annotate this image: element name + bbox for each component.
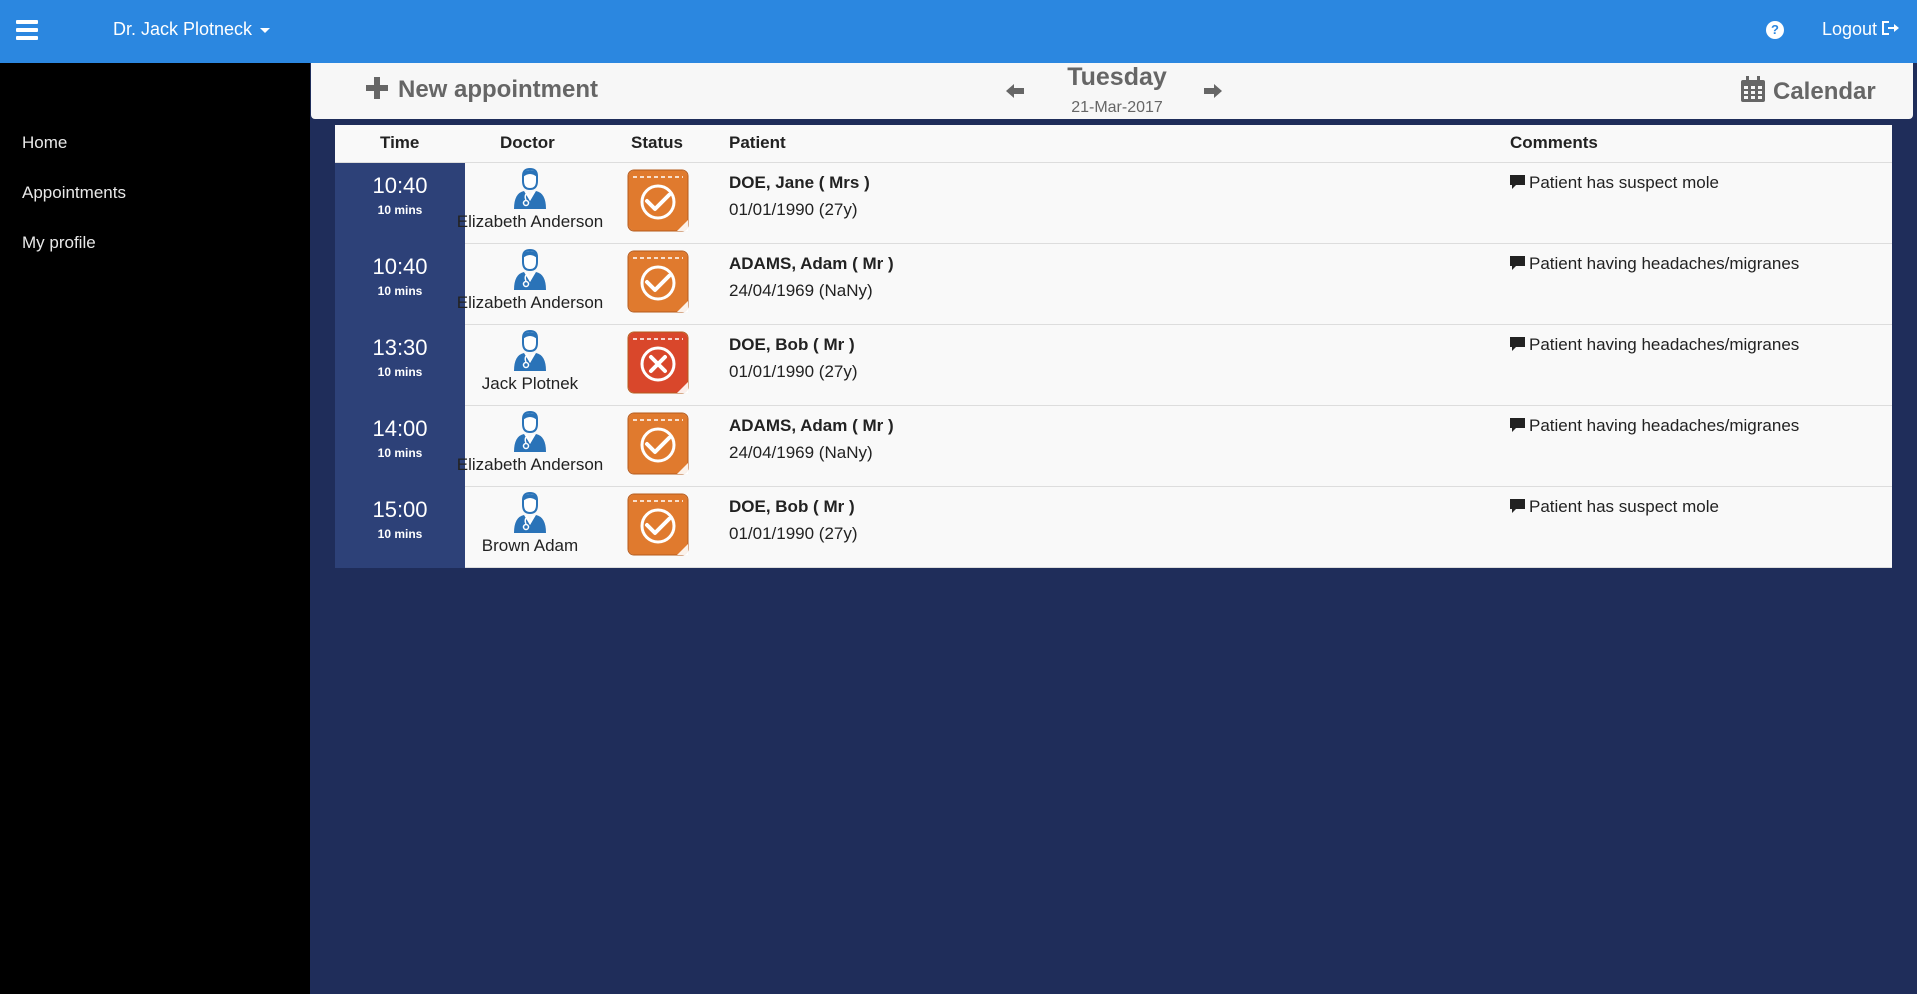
comment-icon: [1510, 256, 1525, 270]
comment-icon: [1510, 418, 1525, 432]
sidebar: Home Appointments My profile: [0, 63, 310, 994]
logout-label: Logout: [1822, 19, 1878, 39]
comment-text: Patient has suspect mole: [1529, 497, 1719, 516]
patient-dob: 24/04/1969 (NaNy): [729, 281, 873, 300]
table-row[interactable]: 15:00 10 mins Brown Adam DOE, Bob ( Mr )…: [335, 487, 1892, 568]
patient-cell[interactable]: ADAMS, Adam ( Mr ) 24/04/1969 (NaNy): [729, 254, 894, 301]
comment-cell: Patient having headaches/migranes: [1510, 416, 1799, 436]
column-doctor: Doctor: [500, 133, 555, 152]
table-row[interactable]: 10:40 10 mins Elizabeth Anderson DOE, Ja…: [335, 163, 1892, 244]
column-patient: Patient: [729, 133, 786, 152]
table-row[interactable]: 14:00 10 mins Elizabeth Anderson ADAMS, …: [335, 406, 1892, 487]
comment-icon: [1510, 499, 1525, 513]
patient-cell[interactable]: ADAMS, Adam ( Mr ) 24/04/1969 (NaNy): [729, 416, 894, 463]
day-name: Tuesday: [1067, 63, 1167, 91]
patient-dob: 24/04/1969 (NaNy): [729, 443, 873, 462]
doctor-name: Elizabeth Anderson: [456, 212, 604, 231]
comment-icon: [1510, 337, 1525, 351]
patient-dob: 01/01/1990 (27y): [729, 524, 858, 543]
patient-name[interactable]: DOE, Bob ( Mr ): [729, 335, 858, 355]
appointments-table: Time Doctor Status Patient Comments 10:4…: [335, 125, 1892, 568]
patient-cell[interactable]: DOE, Bob ( Mr ) 01/01/1990 (27y): [729, 335, 858, 382]
patient-cell[interactable]: DOE, Bob ( Mr ) 01/01/1990 (27y): [729, 497, 858, 544]
arrow-left-icon[interactable]: [1006, 83, 1024, 99]
doctor-cell: Elizabeth Anderson: [445, 249, 615, 313]
status-confirmed-icon[interactable]: [626, 249, 690, 314]
comment-text: Patient having headaches/migranes: [1529, 335, 1800, 354]
appointments-toolbar: New appointment Tuesday 21-Mar-2017 Cale…: [311, 63, 1913, 119]
column-status: Status: [631, 133, 683, 152]
question-circle-icon[interactable]: ?: [1766, 21, 1784, 39]
hamburger-icon[interactable]: [16, 20, 38, 40]
patient-name[interactable]: ADAMS, Adam ( Mr ): [729, 416, 894, 436]
comment-text: Patient having headaches/migranes: [1529, 416, 1800, 435]
user-name: Dr. Jack Plotneck: [113, 19, 253, 39]
sign-out-icon: [1882, 21, 1900, 35]
column-comments: Comments: [1510, 133, 1598, 152]
arrow-right-icon[interactable]: [1204, 83, 1222, 99]
logout-button[interactable]: Logout: [1822, 19, 1900, 40]
plus-icon: [366, 77, 388, 99]
sidebar-item-home[interactable]: Home: [22, 133, 67, 153]
status-confirmed-icon[interactable]: [626, 411, 690, 476]
comment-cell: Patient has suspect mole: [1510, 497, 1719, 517]
patient-cell[interactable]: DOE, Jane ( Mrs ) 01/01/1990 (27y): [729, 173, 870, 220]
doctor-icon: [514, 168, 546, 209]
status-confirmed-icon[interactable]: [626, 492, 690, 557]
doctor-name: Elizabeth Anderson: [456, 455, 604, 474]
caret-down-icon: [260, 27, 271, 33]
comment-cell: Patient having headaches/migranes: [1510, 254, 1799, 274]
table-row[interactable]: 13:30 10 mins Jack Plotnek DOE, Bob ( Mr…: [335, 325, 1892, 406]
new-appointment-button[interactable]: New appointment: [366, 76, 598, 104]
status-confirmed-icon[interactable]: [626, 168, 690, 233]
top-bar: Dr. Jack Plotneck ? Logout: [0, 0, 1917, 63]
patient-name[interactable]: DOE, Bob ( Mr ): [729, 497, 858, 517]
doctor-cell: Brown Adam: [445, 492, 615, 556]
comment-text: Patient has suspect mole: [1529, 173, 1719, 192]
table-header: Time Doctor Status Patient Comments: [335, 125, 1892, 163]
user-menu-dropdown[interactable]: Dr. Jack Plotneck: [113, 19, 271, 40]
calendar-label: Calendar: [1773, 78, 1876, 105]
status-cancelled-icon[interactable]: [626, 330, 690, 395]
doctor-cell: Elizabeth Anderson: [445, 411, 615, 475]
calendar-button[interactable]: Calendar: [1741, 76, 1876, 106]
selected-date: 21-Mar-2017: [1071, 99, 1163, 116]
doctor-icon: [514, 330, 546, 371]
doctor-name: Brown Adam: [481, 536, 579, 555]
patient-dob: 01/01/1990 (27y): [729, 200, 858, 219]
column-time: Time: [380, 133, 420, 152]
doctor-cell: Elizabeth Anderson: [445, 168, 615, 232]
doctor-icon: [514, 492, 546, 533]
patient-name[interactable]: DOE, Jane ( Mrs ): [729, 173, 870, 193]
doctor-icon: [514, 249, 546, 290]
calendar-icon: [1741, 76, 1765, 102]
doctor-cell: Jack Plotnek: [445, 330, 615, 394]
patient-name[interactable]: ADAMS, Adam ( Mr ): [729, 254, 894, 274]
new-appointment-label: New appointment: [398, 76, 599, 103]
patient-dob: 01/01/1990 (27y): [729, 362, 858, 381]
comment-cell: Patient has suspect mole: [1510, 173, 1719, 193]
table-row[interactable]: 10:40 10 mins Elizabeth Anderson ADAMS, …: [335, 244, 1892, 325]
doctor-icon: [514, 411, 546, 452]
comment-cell: Patient having headaches/migranes: [1510, 335, 1799, 355]
doctor-name: Elizabeth Anderson: [456, 293, 604, 312]
comment-icon: [1510, 175, 1525, 189]
comment-text: Patient having headaches/migranes: [1529, 254, 1800, 273]
sidebar-item-appointments[interactable]: Appointments: [22, 183, 126, 203]
sidebar-item-my-profile[interactable]: My profile: [22, 233, 96, 253]
doctor-name: Jack Plotnek: [481, 374, 579, 393]
